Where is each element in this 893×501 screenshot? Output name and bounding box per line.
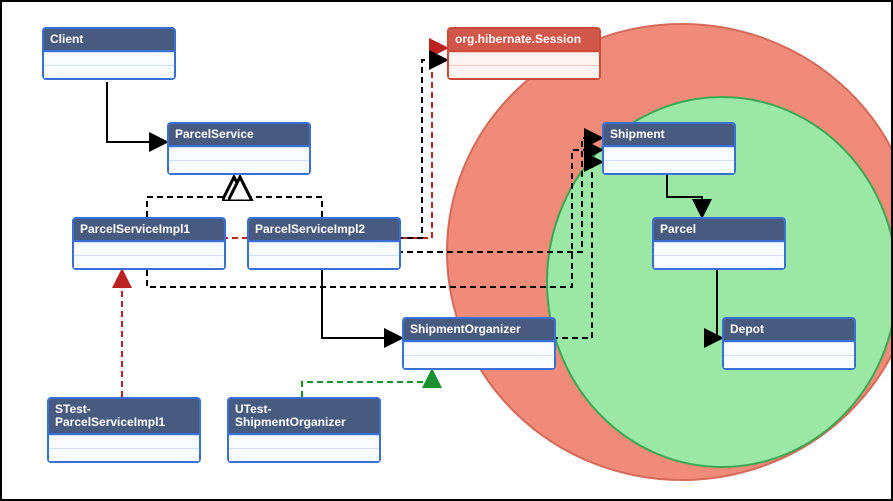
class-title: ShipmentOrganizer	[404, 319, 554, 342]
class-title: Depot	[724, 319, 854, 342]
class-shipment: Shipment	[602, 122, 736, 175]
edge-psi2-inherit	[240, 179, 322, 217]
edge-psi1-inherit	[147, 179, 234, 217]
class-title: Client	[44, 29, 174, 52]
class-title: ParcelServiceImpl1	[74, 219, 224, 242]
edge-client-to-parcelService	[107, 82, 167, 142]
class-stest-psi1: STest- ParcelServiceImpl1	[47, 397, 201, 463]
class-title: Parcel	[654, 219, 784, 242]
class-hibernate-session: org.hibernate.Session	[447, 27, 601, 80]
class-title: org.hibernate.Session	[449, 29, 599, 52]
class-title: ParcelService	[169, 124, 309, 147]
edge-psi2-to-session	[397, 60, 447, 238]
class-parcel-service-impl1: ParcelServiceImpl1	[72, 217, 226, 270]
class-title: ParcelServiceImpl2	[249, 219, 399, 242]
class-title: STest- ParcelServiceImpl1	[49, 399, 199, 435]
diagram-canvas: Client ParcelService ParcelServiceImpl1 …	[0, 0, 893, 501]
class-parcel: Parcel	[652, 217, 786, 270]
class-parcel-service-impl2: ParcelServiceImpl2	[247, 217, 401, 270]
edge-shipment-to-parcel	[667, 175, 702, 217]
edge-psi2-to-shipOrg	[322, 270, 402, 338]
class-op-slot	[44, 65, 174, 78]
class-attr-slot	[44, 52, 174, 65]
class-title: Shipment	[604, 124, 734, 147]
class-parcel-service: ParcelService	[167, 122, 311, 175]
edge-shipOrg-to-shipment	[552, 162, 602, 338]
class-shipment-organizer: ShipmentOrganizer	[402, 317, 556, 370]
class-depot: Depot	[722, 317, 856, 370]
class-title: UTest- ShipmentOrganizer	[229, 399, 379, 435]
class-utest-shiporg: UTest- ShipmentOrganizer	[227, 397, 381, 463]
class-client: Client	[42, 27, 176, 80]
edge-utest-to-shipOrg	[302, 370, 432, 397]
